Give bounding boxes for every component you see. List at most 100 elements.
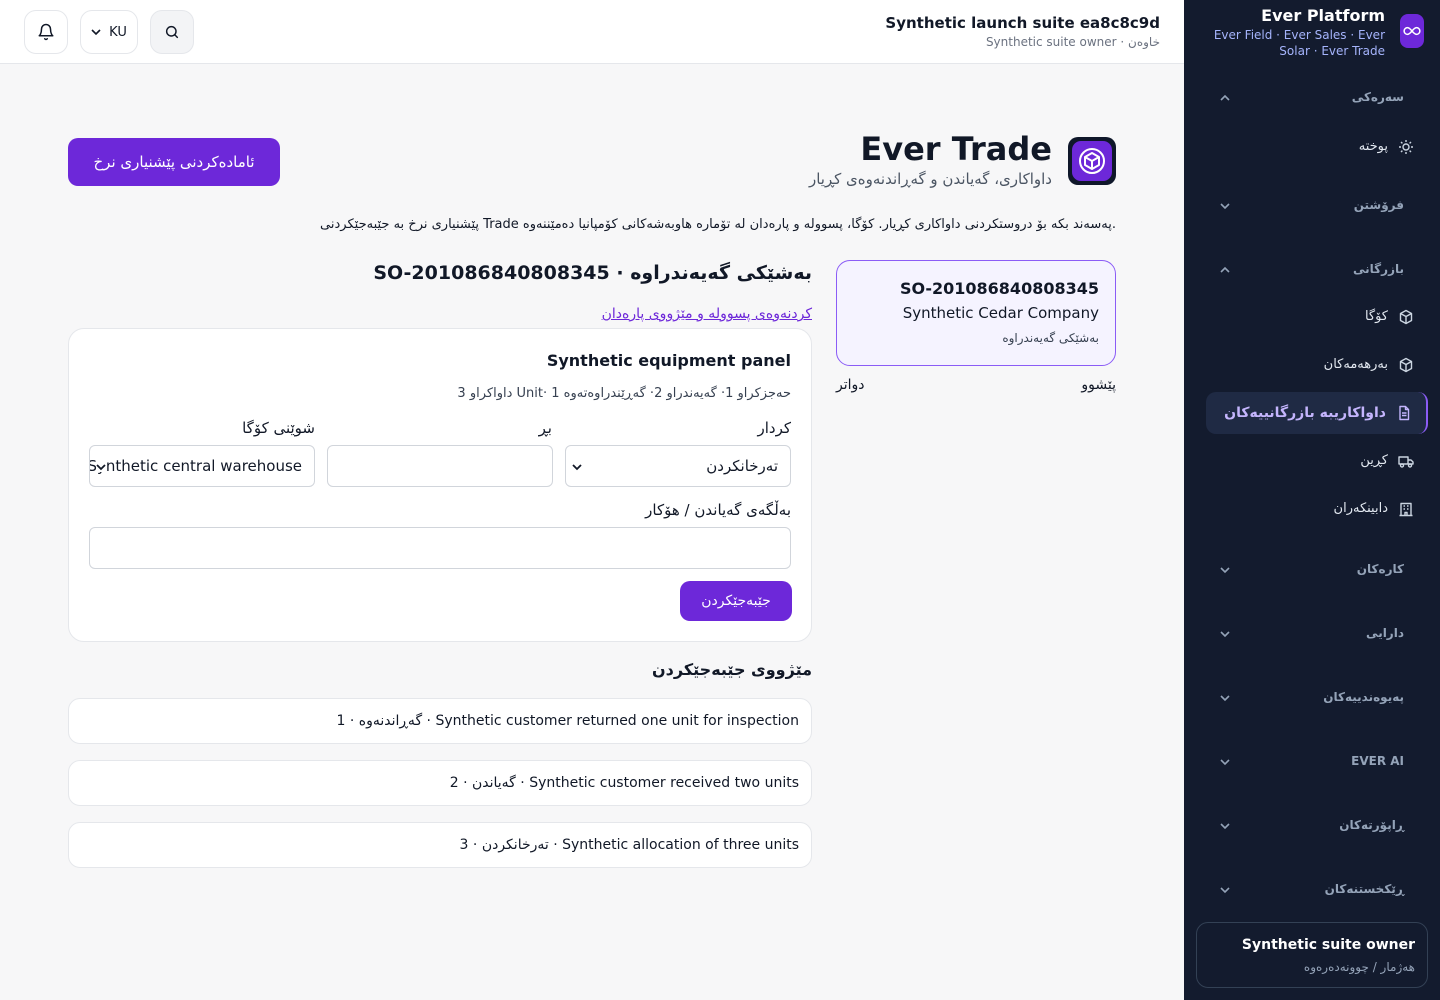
nav-section-label: EVER AI [1351,754,1404,768]
user-name: Synthetic suite owner [1241,937,1415,953]
prepare-quote-button[interactable]: ئامادەکردنی پێشنیاری نرخ [68,138,280,186]
history-title: مێژووی جێبەجێکردن [652,660,812,679]
action-select-value: تەرخانکردن [706,457,778,475]
sidebar-item-label: پوختە [1358,139,1388,154]
history-row-text: تەرخانکردن · 3 · Synthetic allocation of… [459,837,799,853]
bell-icon [38,23,54,41]
previous-button[interactable]: پێشوو [1081,377,1116,393]
nav-section-relations[interactable]: پەیوەندییەکان [1184,678,1440,718]
module-logo [1068,137,1116,185]
sidebar-item-commerce-orders[interactable]: داواکاریبە بازرگانییەکان [1206,392,1428,434]
sidebar-item-label: بەرهەمەکان [1323,357,1388,372]
box-icon [1399,357,1413,373]
chevron-down-icon [1220,631,1230,638]
chevron-down-icon [96,462,106,472]
chevron-down-icon [1220,887,1230,894]
brand: Ever Platform Ever Field · Ever Sales · … [1184,0,1440,64]
sidebar-item-label: کڕین [1360,453,1388,468]
module-subtitle: داواکاری، گەیاندن و گەڕاندنەوەی کڕیار [808,170,1052,188]
chevron-down-icon [1220,203,1230,210]
brand-subtitle: Ever Field · Ever Sales · Ever Solar · E… [1213,28,1385,58]
open-invoice-link[interactable]: کردنەوەی پسوولە و مێژووی پارەدان [602,306,812,322]
sidebar-item-products[interactable]: بەرهەمەکان [1206,344,1428,386]
sun-icon [1399,140,1413,154]
nav-section-settings[interactable]: ڕێکخستنەکان [1184,870,1440,910]
user-card[interactable]: Synthetic suite owner هەژمار / چوونەدەرە… [1196,922,1428,988]
reason-input[interactable] [89,527,791,569]
order-card-selected[interactable]: SO-201086840808345 Synthetic Cedar Compa… [836,260,1116,366]
nav-section-sales[interactable]: فرۆشتن [1184,186,1440,226]
language-code: KU [109,24,127,40]
nav-section-label: بازرگانی [1353,262,1404,276]
next-button[interactable]: دواتر [836,377,865,393]
order-status: بەشێکی گەیەندراوە [1002,331,1099,345]
product-title: Synthetic equipment panel [546,351,791,370]
account-logout-link[interactable]: هەژمار / چوونەدەرەوە [1304,960,1415,974]
nav-section-commerce[interactable]: بازرگانی [1184,250,1440,290]
sidebar-item-label: داواکاریبە بازرگانییەکان [1224,405,1386,421]
nav-section-reports[interactable]: ڕاپۆرتەکان [1184,806,1440,846]
search-icon [165,25,179,39]
history-row: تەرخانکردن · 3 · Synthetic allocation of… [68,822,812,868]
fulfillment-panel: Synthetic equipment panel داواکراو 3 Uni… [68,328,812,642]
sidebar-item-label: دابینکەران [1333,501,1388,516]
infinity-icon [1403,26,1421,36]
quantity-input[interactable] [327,445,553,487]
warehouse-label: شوێنی کۆگا [242,419,315,437]
nav-section-label: ڕاپۆرتەکان [1339,818,1404,832]
sidebar-item-suppliers[interactable]: دابینکەران [1206,488,1428,530]
warehouse-select[interactable]: Synthetic central warehouse [89,445,315,487]
brand-title: Ever Platform [1261,6,1385,25]
chevron-down-icon [572,464,582,471]
sidebar-item-inventory[interactable]: کۆگا [1206,296,1428,338]
chevron-up-icon [1220,94,1230,101]
history-row: گەڕاندنەوە · 1 · Synthetic customer retu… [68,698,812,744]
quantity-label: بڕ [538,419,552,437]
nav-section-label: ڕێکخستنەکان [1324,882,1404,896]
action-label: کردار [757,419,791,437]
module-title: Ever Trade [860,130,1052,168]
action-select[interactable]: تەرخانکردن [565,445,791,487]
nav-section-finance[interactable]: دارایی [1184,614,1440,654]
execute-button[interactable]: جێبەجێکردن [680,581,792,621]
order-company: Synthetic Cedar Company [902,304,1099,322]
chevron-down-icon [1220,695,1230,702]
chevron-up-icon [1220,266,1230,273]
chevron-down-icon [1220,759,1230,766]
suite-title: Synthetic launch suite ea8c8c9d [885,14,1160,32]
truck-icon [1398,456,1414,468]
brand-logo [1400,14,1424,48]
chevron-down-icon [1220,567,1230,574]
nav-section-jobs[interactable]: کارەکان [1184,550,1440,590]
nav-section-main[interactable]: سەرەکی [1184,78,1440,118]
order-detail-title: SO-201086840808345 · بەشێکی گەیەندراوە [373,262,812,284]
module-intro: پێشنیاری نرخ بە جێبەجێکردنی Trade پەسەند… [320,217,1116,232]
nav-section-label: دارایی [1366,626,1404,640]
history-row: گەیاندن · 2 · Synthetic customer receive… [68,760,812,806]
nav-section-label: سەرەکی [1351,90,1404,104]
sidebar: Ever Platform Ever Field · Ever Sales · … [1184,0,1440,1000]
top-header: KU Synthetic launch suite ea8c8c9d Synth… [0,0,1184,64]
notifications-button[interactable] [24,10,68,54]
chevron-down-icon [1220,823,1230,830]
cube-cycle-icon [1072,141,1112,181]
sidebar-item-purchasing[interactable]: کڕین [1206,440,1428,482]
sidebar-item-label: کۆگا [1364,309,1388,324]
history-row-text: گەڕاندنەوە · 1 · Synthetic customer retu… [336,713,799,729]
nav-section-label: فرۆشتن [1353,198,1404,212]
nav-section-label: پەیوەندییەکان [1323,690,1404,704]
language-select[interactable]: KU [80,10,138,54]
nav-section-label: کارەکان [1356,562,1404,576]
suite-subtitle: Synthetic suite owner · خاوەن [985,35,1160,49]
building-icon [1399,502,1413,517]
chevron-down-icon [91,29,101,36]
quantity-summary: داواکراو 3 Unit· حەجزکراو 1· گەیەندراو 2… [457,386,791,401]
warehouse-select-value: Synthetic central warehouse [89,457,302,475]
sidebar-item-overview[interactable]: پوختە [1206,126,1428,168]
box-icon [1399,309,1413,325]
reason-label: بەڵگەی گەیاندن / هۆکار [645,501,791,519]
document-icon [1399,405,1410,421]
nav-section-ever-ai[interactable]: EVER AI [1184,742,1440,782]
search-button[interactable] [150,10,194,54]
order-code: SO-201086840808345 [899,279,1099,298]
